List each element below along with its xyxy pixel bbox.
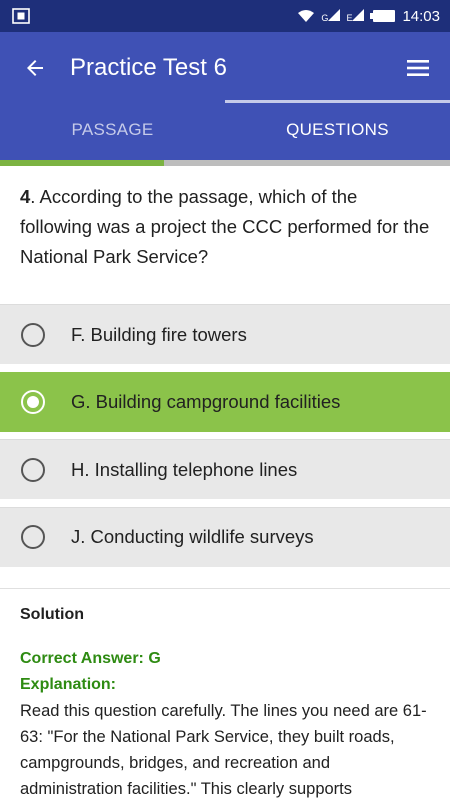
wifi-icon — [298, 10, 315, 22]
answer-option-h[interactable]: H. Installing telephone lines — [0, 439, 450, 499]
radio-button-icon[interactable] — [21, 322, 45, 347]
answer-option-label: H. Installing telephone lines — [71, 458, 298, 480]
explanation-label: Explanation: — [20, 676, 117, 693]
page-title: Practice Test 6 — [70, 54, 227, 81]
answer-option-label: F. Building fire towers — [71, 323, 247, 345]
menu-button[interactable] — [386, 32, 450, 104]
question-number: 4 — [20, 186, 31, 207]
question-text: 4. According to the passage, which of th… — [20, 182, 430, 272]
screenshot-icon — [12, 8, 30, 24]
progress-bar — [0, 160, 450, 166]
radio-button-icon[interactable] — [21, 457, 45, 482]
correct-answer: Correct Answer: G — [20, 650, 161, 667]
hamburger-menu-icon — [407, 60, 429, 76]
solution-heading: Solution — [20, 606, 84, 623]
divider — [0, 588, 450, 589]
answer-option-j[interactable]: J. Conducting wildlife surveys — [0, 506, 450, 567]
tab-indicator — [225, 100, 450, 103]
tab-bar: PASSAGE QUESTIONS — [0, 100, 450, 160]
radio-dot — [27, 396, 39, 408]
battery-icon — [370, 10, 396, 22]
tab-questions[interactable]: QUESTIONS — [225, 100, 450, 160]
answer-option-f[interactable]: F. Building fire towers — [0, 304, 450, 364]
signal-e-icon: E — [346, 9, 365, 23]
answer-options: F. Building fire towers G. Building camp… — [0, 304, 450, 574]
status-bar: G E 14:03 — [0, 0, 450, 32]
question-body: . According to the passage, which of the… — [20, 186, 430, 267]
status-time: 14:03 — [402, 7, 440, 25]
solution-panel: Solution Correct Answer: G Explanation: … — [20, 606, 435, 800]
answer-option-label: G. Building campground facilities — [71, 391, 341, 412]
explanation-text: Read this question carefully. The lines … — [20, 702, 427, 798]
answer-option-label: J. Conducting wildlife surveys — [71, 526, 314, 547]
radio-button-checked-icon[interactable] — [21, 390, 45, 414]
tab-passage[interactable]: PASSAGE — [0, 100, 225, 160]
back-button[interactable] — [0, 32, 70, 104]
arrow-back-icon — [27, 60, 43, 76]
tab-questions-label: QUESTIONS — [286, 120, 389, 139]
progress-bar-fill — [0, 160, 164, 166]
radio-button-icon[interactable] — [21, 525, 45, 549]
app-bar: Practice Test 6 — [0, 32, 450, 104]
answer-option-g[interactable]: G. Building campground facilities — [0, 371, 450, 432]
signal-g-icon: G — [321, 9, 341, 23]
